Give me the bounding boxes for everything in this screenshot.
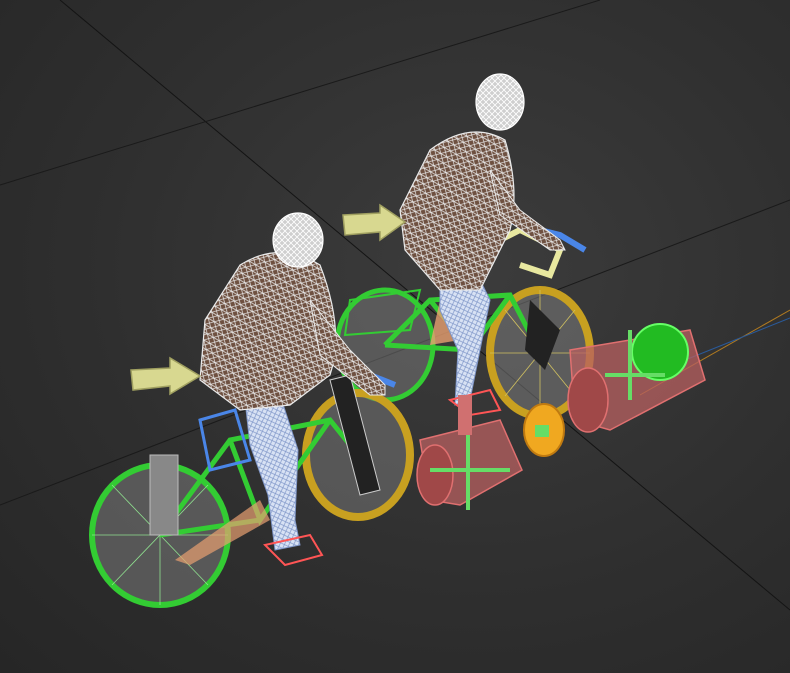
cylinder-cap-center [416, 444, 454, 506]
arrow-helper-front[interactable] [130, 356, 202, 396]
green-gear-helper [631, 323, 689, 381]
cylinder-cap [567, 367, 609, 433]
arrow-helper-rear[interactable] [342, 203, 407, 242]
front-bike-mudguard [149, 454, 179, 536]
rider-rear-head [475, 73, 525, 131]
rider-rear-torso [399, 131, 515, 291]
scene-canvas[interactable] [0, 0, 790, 673]
front-bike-seatpost [198, 408, 252, 472]
post-helper [458, 395, 472, 435]
3d-viewport[interactable] [0, 0, 790, 673]
rider-front-head [272, 212, 324, 268]
gear-hub [535, 425, 549, 437]
